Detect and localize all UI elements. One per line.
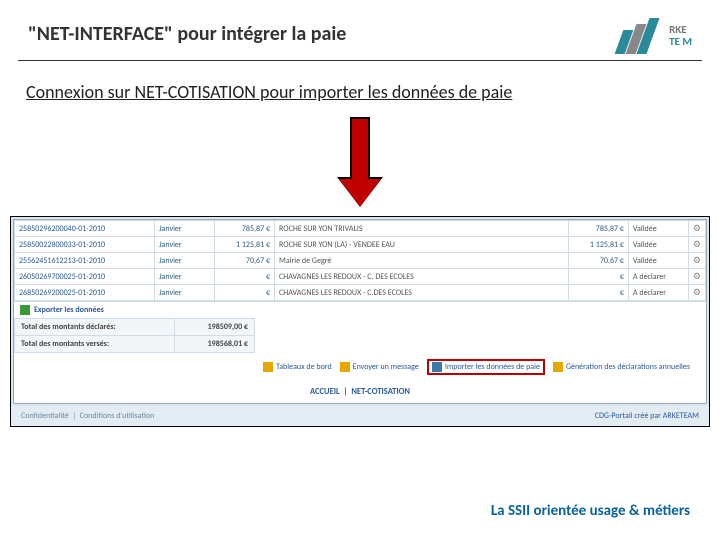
import-icon — [432, 362, 442, 372]
section-subtitle: Connexion sur NET-COTISATION pour import… — [0, 73, 720, 103]
status-cell: Validée — [628, 237, 688, 253]
breadcrumb-home[interactable]: ACCUEIL — [310, 387, 340, 397]
municipality-cell: CHAVAGNES LES REDOUX - C.DES ECOLES — [275, 285, 569, 301]
amount2-cell: 70,67 € — [568, 253, 628, 269]
row-action-icon[interactable]: ⚙ — [688, 269, 705, 285]
amount-cell: € — [215, 285, 275, 301]
logo: RKE TE M — [619, 18, 692, 54]
dashboard-link[interactable]: Tableaux de bord — [263, 362, 332, 372]
data-table: 25850296200040-01-2010Janvier785,87 €ROC… — [14, 220, 706, 301]
ref-cell[interactable]: 25562451612213-01-2010 — [15, 253, 155, 269]
totals-table: Total des montants déclarés: 198509,00 €… — [14, 318, 706, 353]
page-title: "NET-INTERFACE" pour intégrer la paie — [28, 22, 346, 46]
month-cell: Janvier — [155, 253, 215, 269]
logo-text-line2: TE M — [669, 36, 692, 48]
month-cell: Janvier — [155, 221, 215, 237]
municipality-cell: Mairie de Gegré — [275, 253, 569, 269]
ref-cell[interactable]: 26050269700025-01-2010 — [15, 269, 155, 285]
footer-sep: | — [72, 411, 76, 421]
send-message-link[interactable]: Envoyer un message — [340, 362, 419, 372]
breadcrumb-sep: | — [343, 387, 347, 397]
paid-label: Total des montants versés: — [15, 336, 175, 353]
month-cell: Janvier — [155, 285, 215, 301]
import-data-link[interactable]: Importer les données de paie — [427, 359, 545, 375]
footer-credit: CDG-Portail créé par ARKETEAM — [595, 411, 699, 421]
breadcrumb-section[interactable]: NET-COTISATION — [351, 387, 410, 397]
table-row: 25562451612213-01-2010Janvier70,67 €Mair… — [15, 253, 706, 269]
status-cell: A déclarer — [628, 269, 688, 285]
generate-declarations-label: Génération des déclarations annuelles — [566, 362, 690, 372]
dashboard-label: Tableaux de bord — [276, 362, 332, 372]
row-action-icon[interactable]: ⚙ — [688, 237, 705, 253]
privacy-link[interactable]: Confidentialité — [21, 411, 69, 421]
app-screenshot: 25850296200040-01-2010Janvier785,87 €ROC… — [10, 216, 710, 427]
row-action-icon[interactable]: ⚙ — [688, 285, 705, 301]
amount2-cell: € — [568, 269, 628, 285]
ref-cell[interactable]: 25850022800033-01-2010 — [15, 237, 155, 253]
status-cell: Validée — [628, 221, 688, 237]
app-footer: Confidentialité | Conditions d'utilisati… — [11, 406, 709, 426]
amount2-cell: € — [568, 285, 628, 301]
ref-cell[interactable]: 25850296200040-01-2010 — [15, 221, 155, 237]
amount-cell: € — [215, 269, 275, 285]
municipality-cell: ROCHE SUR YON (LA) - VENDEE EAU — [275, 237, 569, 253]
row-action-icon[interactable]: ⚙ — [688, 221, 705, 237]
slide-footer: La SSII orientée usage & métiers — [491, 502, 690, 520]
month-cell: Janvier — [155, 237, 215, 253]
export-icon — [20, 305, 30, 315]
export-link[interactable]: Exporter les données — [34, 305, 104, 315]
status-cell: Validée — [628, 253, 688, 269]
generate-declarations-link[interactable]: Génération des déclarations annuelles — [553, 362, 690, 372]
table-row: 26850269200025-01-2010Janvier€CHAVAGNES … — [15, 285, 706, 301]
row-action-icon[interactable]: ⚙ — [688, 253, 705, 269]
title-underline — [18, 60, 702, 61]
dashboard-icon — [263, 362, 273, 372]
amount2-cell: 785,87 € — [568, 221, 628, 237]
paid-value: 198568,01 € — [175, 336, 255, 353]
declared-label: Total des montants déclarés: — [15, 319, 175, 336]
send-message-label: Envoyer un message — [353, 362, 419, 372]
ref-cell[interactable]: 26850269200025-01-2010 — [15, 285, 155, 301]
declared-value: 198509,00 € — [175, 319, 255, 336]
generate-icon — [553, 362, 563, 372]
amount-cell: 70,67 € — [215, 253, 275, 269]
breadcrumb: ACCUEIL | NET-COTISATION — [14, 381, 706, 403]
amount2-cell: 1 125,81 € — [568, 237, 628, 253]
import-data-label: Importer les données de paie — [445, 362, 540, 372]
status-cell: A déclarer — [628, 285, 688, 301]
table-row: 25850022800033-01-2010Janvier1 125,81 €R… — [15, 237, 706, 253]
logo-bars-icon — [619, 18, 663, 54]
municipality-cell: ROCHE SUR YON TRIVALIS — [275, 221, 569, 237]
amount-cell: 785,87 € — [215, 221, 275, 237]
table-row: 26050269700025-01-2010Janvier€CHAVAGNES … — [15, 269, 706, 285]
action-bar: Tableaux de bord Envoyer un message Impo… — [14, 353, 706, 381]
month-cell: Janvier — [155, 269, 215, 285]
terms-link[interactable]: Conditions d'utilisation — [80, 411, 155, 421]
envelope-icon — [340, 362, 350, 372]
table-row: 25850296200040-01-2010Janvier785,87 €ROC… — [15, 221, 706, 237]
amount-cell: 1 125,81 € — [215, 237, 275, 253]
red-arrow-icon — [341, 117, 379, 207]
municipality-cell: CHAVAGNES LES REDOUX - C. DES ECOLES — [275, 269, 569, 285]
